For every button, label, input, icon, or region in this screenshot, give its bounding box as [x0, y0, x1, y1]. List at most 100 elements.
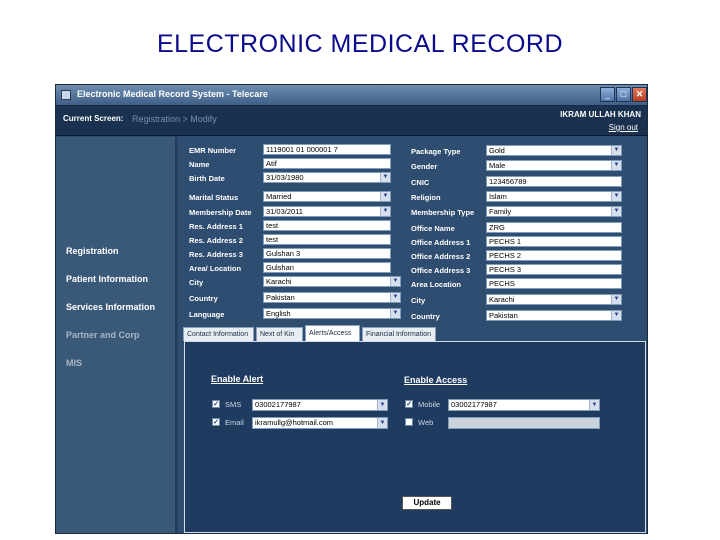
- chevron-down-icon[interactable]: ▼: [390, 277, 400, 286]
- chevron-down-icon[interactable]: ▼: [611, 295, 621, 304]
- web-field[interactable]: [448, 417, 600, 429]
- app-window: Electronic Medical Record System - Telec…: [55, 84, 648, 534]
- gender-label: Gender: [411, 162, 438, 171]
- window-titlebar[interactable]: Electronic Medical Record System - Telec…: [56, 85, 647, 106]
- language-label: Language: [189, 310, 225, 319]
- chevron-down-icon[interactable]: ▼: [611, 161, 621, 170]
- office-name-label: Office Name: [411, 224, 455, 233]
- chevron-down-icon[interactable]: ▼: [611, 311, 621, 320]
- package-type-select[interactable]: Gold ▼: [486, 145, 622, 156]
- res-address-3-label: Res. Address 3: [189, 250, 243, 259]
- birth-date-value: 31/03/1980: [266, 173, 304, 182]
- chevron-down-icon[interactable]: ▼: [390, 293, 400, 302]
- user-name: IKRAM ULLAH KHAN: [560, 110, 641, 119]
- current-screen-label: Current Screen:: [63, 114, 124, 123]
- name-field[interactable]: Atif: [263, 158, 391, 169]
- membership-type-label: Membership Type: [411, 208, 475, 217]
- tab-contact-information[interactable]: Contact Information: [183, 327, 254, 341]
- web-label: Web: [418, 418, 434, 427]
- slide-title: ELECTRONIC MEDICAL RECORD: [156, 30, 564, 58]
- office-address-1-field[interactable]: PECHS 1: [486, 236, 622, 247]
- sidebar-item-registration[interactable]: Registration: [66, 246, 119, 256]
- chevron-down-icon[interactable]: ▼: [611, 192, 621, 201]
- office-address-2-field[interactable]: PECHS 2: [486, 250, 622, 261]
- package-type-value: Gold: [489, 146, 505, 155]
- office-city-select[interactable]: Karachi ▼: [486, 294, 622, 305]
- membership-type-select[interactable]: Family ▼: [486, 206, 622, 217]
- gender-select[interactable]: Male ▼: [486, 160, 622, 171]
- email-address-value: ikramullg@hotmail.com: [255, 418, 334, 427]
- chevron-down-icon[interactable]: ▼: [377, 400, 387, 410]
- sidebar: Registration Patient Information Service…: [56, 137, 177, 533]
- chevron-down-icon[interactable]: ▼: [380, 207, 390, 216]
- update-button[interactable]: Update: [402, 496, 452, 510]
- city-label: City: [189, 278, 204, 287]
- app-icon: [61, 90, 71, 100]
- membership-date-picker[interactable]: 31/03/2011 ▼: [263, 206, 391, 217]
- birth-date-picker[interactable]: 31/03/1980 ▼: [263, 172, 391, 183]
- current-screen-value: Registration > Modify: [132, 114, 217, 124]
- chevron-down-icon[interactable]: ▼: [390, 309, 400, 318]
- chevron-down-icon[interactable]: ▼: [611, 207, 621, 216]
- office-country-value: Pakistan: [489, 311, 518, 320]
- mobile-number-select[interactable]: 03002177987 ▼: [448, 399, 600, 411]
- tab-next-of-kin[interactable]: Next of Kin: [256, 327, 303, 341]
- maximize-icon[interactable]: □: [616, 87, 631, 102]
- tab-financial-information[interactable]: Financial Information: [362, 327, 436, 341]
- area-location-field[interactable]: Gulshan: [263, 262, 391, 273]
- city-select[interactable]: Karachi ▼: [263, 276, 401, 287]
- enable-access-title: Enable Access: [404, 375, 468, 385]
- office-city-value: Karachi: [489, 295, 515, 304]
- area-location-label: Area/ Location: [189, 264, 242, 273]
- sms-checkbox[interactable]: ✓: [212, 400, 220, 408]
- minimize-icon[interactable]: _: [600, 87, 615, 102]
- birth-date-label: Birth Date: [189, 174, 225, 183]
- office-area-location-field[interactable]: PECHS: [486, 278, 622, 289]
- religion-label: Religion: [411, 193, 441, 202]
- sms-number-select[interactable]: 03002177987 ▼: [252, 399, 388, 411]
- emr-number-field[interactable]: 1119001 01 000001 7: [263, 144, 391, 155]
- email-address-select[interactable]: ikramullg@hotmail.com ▼: [252, 417, 388, 429]
- res-address-2-label: Res. Address 2: [189, 236, 243, 245]
- res-address-1-field[interactable]: test: [263, 220, 391, 231]
- sidebar-item-patient-information[interactable]: Patient Information: [66, 274, 148, 284]
- marital-status-label: Marital Status: [189, 193, 239, 202]
- mobile-checkbox[interactable]: ✓: [405, 400, 413, 408]
- office-name-field[interactable]: ZRG: [486, 222, 622, 233]
- membership-date-value: 31/03/2011: [266, 207, 303, 216]
- chevron-down-icon[interactable]: ▼: [380, 192, 390, 201]
- marital-status-value: Married: [266, 192, 292, 201]
- window-title: Electronic Medical Record System - Telec…: [77, 89, 268, 99]
- membership-date-label: Membership Date: [189, 208, 252, 217]
- cnic-field[interactable]: 123456789: [486, 176, 622, 187]
- sidebar-item-partner-and-corp[interactable]: Partner and Corp: [66, 330, 140, 340]
- sidebar-item-services-information[interactable]: Services Information: [66, 302, 155, 312]
- res-address-1-label: Res. Address 1: [189, 222, 243, 231]
- res-address-2-field[interactable]: test: [263, 234, 391, 245]
- chevron-down-icon[interactable]: ▼: [377, 418, 387, 428]
- emr-number-label: EMR Number: [189, 146, 237, 155]
- close-icon[interactable]: ✕: [632, 87, 647, 102]
- email-label: Email: [225, 418, 244, 427]
- marital-status-select[interactable]: Married ▼: [263, 191, 391, 202]
- religion-select[interactable]: Islam ▼: [486, 191, 622, 202]
- email-checkbox[interactable]: ✓: [212, 418, 220, 426]
- chevron-down-icon[interactable]: ▼: [611, 146, 621, 155]
- language-value: English: [266, 309, 291, 318]
- tab-alerts-access[interactable]: Alerts/Access: [305, 325, 360, 341]
- office-country-select[interactable]: Pakistan ▼: [486, 310, 622, 321]
- office-address-3-field[interactable]: PECHS 3: [486, 264, 622, 275]
- country-select[interactable]: Pakistan ▼: [263, 292, 401, 303]
- mobile-number-value: 03002177987: [451, 400, 497, 409]
- religion-value: Islam: [489, 192, 507, 201]
- sidebar-item-mis[interactable]: MIS: [66, 358, 82, 368]
- office-city-label: City: [411, 296, 426, 305]
- chevron-down-icon[interactable]: ▼: [380, 173, 390, 182]
- sign-out-link[interactable]: Sign out: [609, 123, 638, 132]
- web-checkbox[interactable]: [405, 418, 413, 426]
- res-address-3-field[interactable]: Gulshan 3: [263, 248, 391, 259]
- country-label: Country: [189, 294, 218, 303]
- sms-label: SMS: [225, 400, 242, 409]
- chevron-down-icon[interactable]: ▼: [589, 400, 599, 410]
- language-select[interactable]: English ▼: [263, 308, 401, 319]
